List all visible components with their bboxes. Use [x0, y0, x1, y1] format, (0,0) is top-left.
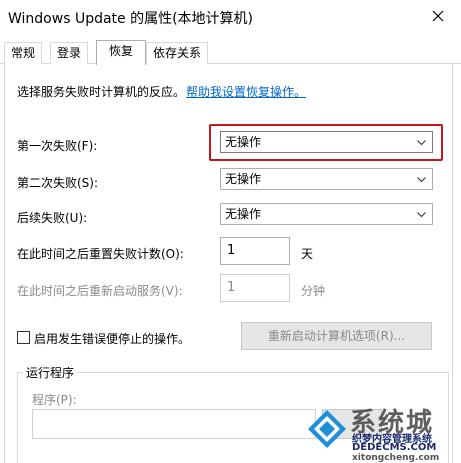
tab-dependencies[interactable]: 依存关系 [146, 42, 209, 64]
close-icon [432, 10, 444, 22]
restart-service-unit: 分钟 [301, 284, 326, 298]
tab-general[interactable]: 常规 [4, 42, 43, 64]
first-failure-value: 无操作 [225, 135, 262, 149]
restart-service-input[interactable]: 1 [220, 274, 290, 302]
tab-logon[interactable]: 登录 [50, 42, 89, 64]
program-label: 程序(P): [32, 393, 77, 407]
enable-actions-checkbox[interactable] [17, 331, 30, 344]
second-failure-label: 第二次失败(S): [17, 176, 99, 190]
chevron-down-icon [417, 212, 426, 218]
second-failure-value: 无操作 [225, 172, 262, 186]
site-logo-icon [308, 410, 346, 448]
tab-strip: 常规 登录 恢复 依存关系 [0, 40, 461, 65]
program-input[interactable] [32, 409, 316, 439]
first-failure-select[interactable]: 无操作 [220, 131, 433, 153]
chevron-down-icon [417, 177, 426, 183]
watermark: 系统城 织梦内容管理系统 DEDECMS.COM xitongcheng.com [300, 402, 461, 463]
reset-count-label: 在此时间之后重置失败计数(O): [17, 247, 184, 261]
second-failure-select[interactable]: 无操作 [220, 168, 433, 190]
intro-text: 选择服务失败时计算机的反应。 [17, 85, 186, 99]
close-button[interactable] [415, 0, 461, 32]
window-title: Windows Update 的属性(本地计算机) [8, 11, 254, 27]
reset-count-input[interactable]: 1 [220, 237, 290, 265]
restart-service-label: 在此时间之后重新启动服务(V): [17, 284, 183, 298]
run-program-group-title: 运行程序 [23, 364, 78, 381]
watermark-line2: DEDECMS.COM [352, 442, 437, 453]
chevron-down-icon [417, 140, 426, 146]
reset-count-unit: 天 [301, 247, 314, 261]
tab-recovery[interactable]: 恢复 [96, 40, 146, 65]
subsequent-failures-value: 无操作 [225, 207, 262, 221]
enable-actions-label: 启用发生错误便停止的操作。 [34, 332, 191, 346]
first-failure-label: 第一次失败(F): [17, 139, 98, 153]
watermark-line3: xitongcheng.com [352, 453, 440, 463]
subsequent-failures-select[interactable]: 无操作 [220, 203, 433, 225]
subsequent-failures-label: 后续失败(U): [17, 211, 88, 225]
help-link[interactable]: 帮助我设置恢复操作。 [186, 83, 306, 100]
title-bar: Windows Update 的属性(本地计算机) [0, 0, 461, 34]
restart-computer-options-button[interactable]: 重新启动计算机选项(R)... [241, 322, 432, 350]
